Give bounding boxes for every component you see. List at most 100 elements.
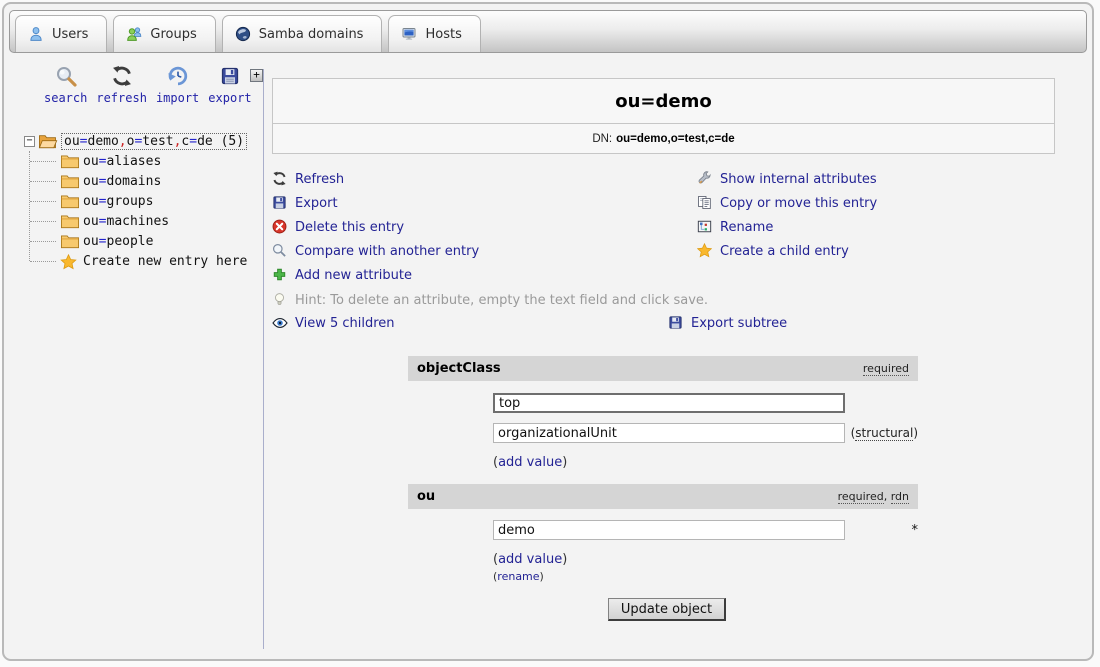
plus-icon xyxy=(272,267,288,283)
tab-label: Samba domains xyxy=(259,27,364,42)
delete-icon xyxy=(272,219,288,235)
refresh-button[interactable]: refresh xyxy=(96,64,147,105)
search-button[interactable]: search xyxy=(44,64,87,105)
rename-icon xyxy=(697,219,713,235)
magnifier-icon xyxy=(272,243,288,259)
update-object-button[interactable]: Update object xyxy=(608,598,726,621)
tab-bar: Users Groups Samba domains Hosts xyxy=(9,10,1087,53)
tree-item-aliases[interactable]: ou=aliases xyxy=(24,151,247,171)
entry-dn: DN: ou=demo,o=test,c=de xyxy=(273,124,1054,153)
add-value-label[interactable]: add value xyxy=(498,455,562,470)
dn-label: DN: xyxy=(592,133,612,145)
folder-icon xyxy=(60,154,80,169)
action-label: Create a child entry xyxy=(720,244,849,259)
value-row: (structural) xyxy=(493,423,918,443)
eye-icon xyxy=(272,315,288,331)
expand-tree-button[interactable]: + xyxy=(250,69,263,82)
tree-item-groups[interactable]: ou=groups xyxy=(24,191,247,211)
view-children-label: View 5 children xyxy=(295,316,395,331)
action-label: Show internal attributes xyxy=(720,172,877,187)
tree-item-domains[interactable]: ou=domains xyxy=(24,171,247,191)
action-label: Copy or move this entry xyxy=(720,196,877,211)
ou-value-input[interactable] xyxy=(493,520,845,540)
action-rename[interactable]: Rename xyxy=(697,215,877,239)
tab-label: Hosts xyxy=(425,27,461,42)
tree-create-entry[interactable]: Create new entry here xyxy=(24,251,247,271)
host-icon xyxy=(401,26,417,42)
attribute-header-objectclass: objectClass required xyxy=(408,356,918,381)
tree-item-label: Create new entry here xyxy=(83,254,247,269)
user-icon xyxy=(28,26,44,42)
folder-icon xyxy=(60,234,80,249)
action-label: Delete this entry xyxy=(295,220,404,235)
action-delete-entry[interactable]: Delete this entry xyxy=(272,215,479,239)
hint-row: Hint: To delete an attribute, empty the … xyxy=(272,290,708,310)
tree-item-label: ou=domains xyxy=(83,174,161,189)
attribute-name: objectClass xyxy=(417,361,501,376)
attribute-flags: required, rdn xyxy=(838,490,909,503)
search-icon xyxy=(54,64,78,88)
open-folder-icon xyxy=(38,134,58,149)
ldap-tree: − ou=demo,o=test,c=de (5) ou=aliases ou=… xyxy=(24,131,247,271)
globe-icon xyxy=(235,26,251,42)
action-label: Add new attribute xyxy=(295,268,412,283)
tab-samba-domains[interactable]: Samba domains xyxy=(222,15,383,52)
rename-link[interactable]: (rename) xyxy=(493,570,918,585)
export-button[interactable]: export xyxy=(208,64,251,105)
attribute-values-objectclass: (structural) (add value) xyxy=(408,393,918,472)
add-value-link-ou[interactable]: (add value) xyxy=(493,552,918,569)
import-button[interactable]: import xyxy=(156,64,199,105)
floppy-icon xyxy=(218,64,242,88)
action-export[interactable]: Export xyxy=(272,191,479,215)
structural-note: (structural) xyxy=(851,426,918,440)
phpldapadmin-window: Users Groups Samba domains Hosts s xyxy=(2,2,1094,661)
rename-label[interactable]: rename xyxy=(497,570,539,583)
tab-label: Groups xyxy=(150,27,196,42)
required-marker: * xyxy=(912,523,919,538)
tab-hosts[interactable]: Hosts xyxy=(388,15,480,52)
export-subtree-label: Export subtree xyxy=(691,316,787,331)
objectclass-value-1-input[interactable] xyxy=(493,393,845,413)
copy-icon xyxy=(697,195,713,211)
value-row: * xyxy=(493,520,918,540)
add-value-label[interactable]: add value xyxy=(498,552,562,567)
objectclass-value-2-input[interactable] xyxy=(493,423,845,443)
tab-groups[interactable]: Groups xyxy=(113,15,215,52)
action-show-internal-attributes[interactable]: Show internal attributes xyxy=(697,167,877,191)
add-value-link-objectclass[interactable]: (add value) xyxy=(493,455,918,472)
export-subtree-link[interactable]: Export subtree xyxy=(668,312,787,334)
tab-users[interactable]: Users xyxy=(15,15,107,52)
tool-label: search xyxy=(44,91,87,105)
folder-icon xyxy=(60,174,80,189)
action-label: Compare with another entry xyxy=(295,244,479,259)
attribute-name: ou xyxy=(417,489,435,504)
action-add-attribute[interactable]: Add new attribute xyxy=(272,263,479,287)
tree-item-label: ou=people xyxy=(83,234,153,249)
dn-value: ou=demo,o=test,c=de xyxy=(616,133,735,145)
action-label: Refresh xyxy=(295,172,344,187)
star-icon xyxy=(60,254,80,269)
value-row xyxy=(493,393,918,413)
tree-root-row[interactable]: − ou=demo,o=test,c=de (5) xyxy=(24,131,247,151)
tree-item-label: ou=machines xyxy=(83,214,169,229)
action-label: Export xyxy=(295,196,338,211)
tree-item-machines[interactable]: ou=machines xyxy=(24,211,247,231)
tool-label: import xyxy=(156,91,199,105)
collapse-toggle[interactable]: − xyxy=(24,136,35,147)
tree-item-label: ou=aliases xyxy=(83,154,161,169)
action-refresh[interactable]: Refresh xyxy=(272,167,479,191)
tree-root-entry[interactable]: ou=demo,o=test,c=de (5) xyxy=(61,133,247,150)
refresh-icon xyxy=(272,171,288,187)
action-compare-entry[interactable]: Compare with another entry xyxy=(272,239,479,263)
floppy-icon xyxy=(272,195,288,211)
lightbulb-icon xyxy=(272,292,288,308)
tree-item-label: ou=groups xyxy=(83,194,153,209)
action-copy-or-move[interactable]: Copy or move this entry xyxy=(697,191,877,215)
tab-label: Users xyxy=(52,27,88,42)
group-icon xyxy=(126,26,142,42)
view-children-link[interactable]: View 5 children xyxy=(272,312,395,334)
tree-item-people[interactable]: ou=people xyxy=(24,231,247,251)
action-create-child-entry[interactable]: Create a child entry xyxy=(697,239,877,263)
attribute-flags: required xyxy=(863,362,909,375)
action-label: Rename xyxy=(720,220,773,235)
